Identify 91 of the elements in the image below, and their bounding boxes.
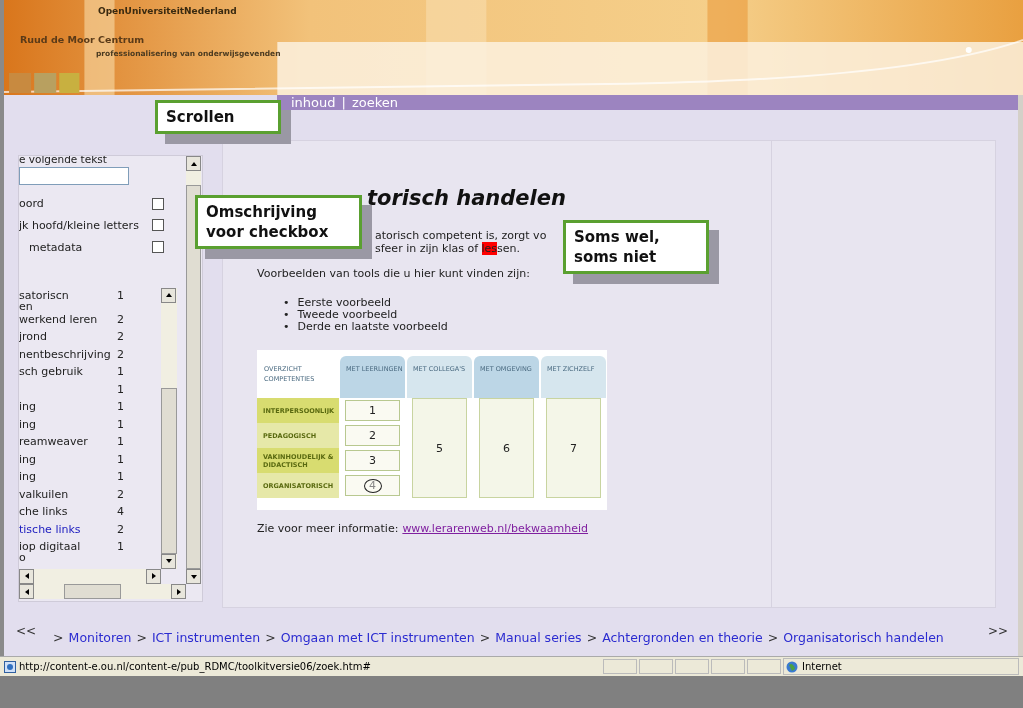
status-pane [675, 659, 709, 674]
status-url: http://content-e.ou.nl/content-e/pub_RDMC/toolkitversie06/zoek.htm# [4, 660, 601, 673]
search-field[interactable] [19, 167, 129, 185]
page-icon [4, 660, 16, 673]
scroll-up-button[interactable] [186, 156, 201, 171]
table-cell: 1 [345, 400, 400, 421]
list-item: Tweede voorbeeld [297, 309, 398, 321]
result-count: 2 [117, 312, 125, 325]
scroll-right-button[interactable] [171, 584, 186, 599]
list-item: Eerste voorbeeld [297, 297, 392, 309]
result-name[interactable]: ing [19, 417, 117, 430]
result-name[interactable]: ing [19, 469, 117, 483]
option-label: jk hoofd/kleine letters [19, 218, 139, 232]
result-name[interactable]: ing [19, 399, 117, 413]
result-count: 4 [117, 504, 125, 518]
table-cell: 3 [345, 450, 400, 471]
table-cell: 4 [345, 475, 400, 496]
paragraph-text: atorisch competent is, zorgt vo [375, 229, 547, 242]
breadcrumb-link[interactable]: Manual series [495, 629, 582, 645]
result-name[interactable]: nentbeschrijving [19, 347, 117, 360]
status-pane [603, 659, 637, 674]
result-name[interactable]: reamweaver [19, 434, 117, 448]
result-count: 2 [117, 487, 125, 500]
scroll-right-button[interactable] [146, 569, 161, 584]
result-name[interactable]: werkend leren [19, 312, 117, 325]
horizontal-scrollbar[interactable] [19, 569, 161, 584]
bullet-marker: • [283, 321, 290, 333]
option-label: oord [19, 197, 44, 211]
scroll-thumb[interactable] [64, 584, 121, 599]
result-count: 1 [117, 364, 125, 378]
result-name[interactable]: jrond [19, 329, 117, 343]
result-count: 2 [117, 347, 125, 360]
scroll-left-button[interactable] [19, 584, 34, 599]
result-count: 1 [117, 399, 125, 413]
status-pane [747, 659, 781, 674]
result-count: 1 [117, 539, 125, 553]
scroll-up-button[interactable] [161, 288, 176, 303]
scroll-left-button[interactable] [19, 569, 34, 584]
breadcrumb-separator: > [136, 629, 147, 645]
info-text: Zie voor meer informatie: [257, 522, 399, 535]
result-count: 2 [117, 329, 125, 343]
breadcrumb-separator: > [265, 629, 276, 645]
checkbox[interactable] [152, 197, 164, 210]
organization-name: OpenUniversiteitNederland [98, 6, 237, 16]
result-count: 2 [117, 522, 125, 535]
bullet-marker: • [283, 309, 290, 321]
result-name[interactable]: iop digitaal o [19, 539, 117, 564]
option-label: metadata [28, 240, 83, 254]
status-pane [711, 659, 745, 674]
breadcrumb-separator: > [586, 629, 598, 645]
result-name[interactable]: che links [19, 504, 117, 518]
result-name[interactable]: valkuilen [19, 487, 117, 500]
previous-link[interactable]: << [16, 624, 37, 638]
breadcrumb-link[interactable]: ICT instrumenten [151, 629, 261, 645]
bullet-marker: • [283, 297, 290, 309]
info-link[interactable]: www.lerarenweb.nl/bekwaamheid [402, 522, 589, 535]
result-count: 1 [117, 452, 125, 465]
scroll-down-button[interactable] [186, 569, 201, 584]
breadcrumb-link[interactable]: Organisatorisch handelen [783, 629, 944, 645]
table-cell: 2 [345, 425, 400, 446]
horizontal-scrollbar[interactable] [19, 584, 186, 599]
globe-icon [786, 660, 798, 673]
result-name[interactable]: ing [19, 452, 117, 465]
checkbox[interactable] [152, 241, 164, 254]
breadcrumb-separator: > [479, 629, 491, 645]
breadcrumb-link[interactable]: Achtergronden en theorie [602, 629, 763, 645]
result-count: 1 [117, 382, 125, 395]
table-cell: 7 [546, 398, 601, 498]
breadcrumb-separator: > [53, 629, 64, 645]
table-cell: 6 [479, 398, 534, 498]
result-count: 1 [117, 434, 125, 448]
result-count: 1 [117, 469, 125, 483]
result-name[interactable]: sch gebruik [19, 364, 117, 378]
scroll-thumb[interactable] [161, 388, 177, 554]
next-link[interactable]: >> [987, 624, 1008, 638]
breadcrumb-separator: > [767, 629, 779, 645]
list-item: Derde en laatste voorbeeld [297, 321, 448, 333]
breadcrumb-link[interactable]: Monitoren [68, 629, 132, 645]
centre-name: Ruud de Moor Centrum [20, 34, 145, 45]
checkbox[interactable] [152, 219, 164, 232]
result-link[interactable]: tische links [19, 522, 117, 535]
status-pane [639, 659, 673, 674]
zone-indicator: Internet [783, 658, 1019, 675]
nav-separator: | [341, 95, 346, 110]
vertical-scrollbar[interactable] [161, 288, 177, 569]
result-count: 1 [117, 288, 125, 301]
result-count: 1 [117, 417, 125, 430]
intro-text: Voorbeelden van tools die u hier kunt vinden zijn: [257, 267, 530, 280]
breadcrumb-link[interactable]: Omgaan met ICT instrumenten [280, 629, 475, 645]
table-cell: 5 [412, 398, 467, 498]
page-heading: torisch handelen [367, 186, 567, 210]
